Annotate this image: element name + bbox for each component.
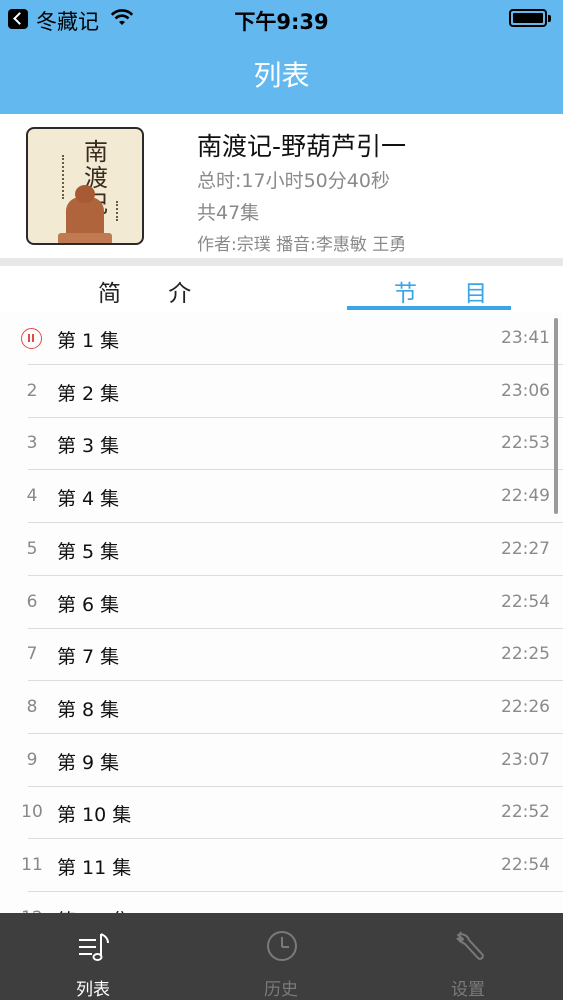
row-divider [28,574,563,576]
episode-duration: 22:49 [501,486,550,507]
episode-row[interactable]: 9 第 9 集 23:07 [0,734,563,787]
episode-duration: 22:25 [501,644,550,665]
episode-row[interactable]: 5 第 5 集 22:27 [0,523,563,576]
episode-row[interactable]: 3 第 3 集 22:53 [0,417,563,471]
album-cover: 南渡记 [26,127,144,245]
episode-duration: 22:54 [501,591,550,612]
episode-title: 第 10 集 [57,804,132,827]
episode-title: 第 8 集 [57,698,120,721]
album-title: 南渡记-野葫芦引一 [197,132,407,161]
episode-number: 7 [26,644,38,665]
status-time: 下午9:39 [234,10,329,34]
episode-number: 2 [26,380,38,401]
episode-duration: 22:54 [501,855,550,875]
pause-icon[interactable] [21,328,42,349]
status-bar: 冬藏记 下午9:39 [0,0,563,38]
episode-row[interactable]: 2 第 2 集 23:06 [0,365,563,418]
episode-number: 6 [26,591,38,612]
episode-number: 5 [26,538,38,559]
episode-title: 第 6 集 [57,593,120,616]
row-divider [28,838,563,840]
cover-small-text [62,155,68,199]
episode-duration: 22:53 [501,433,550,454]
episode-title: 第 2 集 [57,382,120,405]
episode-title: 第 7 集 [57,646,120,669]
battery-icon [509,9,551,27]
row-divider [28,732,563,734]
active-tab-indicator [347,306,511,310]
episode-number: 10 [21,802,43,823]
tab-bar: 列表 历史 设置 [0,913,563,1000]
episode-row[interactable]: 12第 12 集 [0,892,563,913]
cover-seal-figure [58,185,112,243]
album-episode-count: 共47集 [197,202,260,224]
row-divider [28,522,563,524]
tabbar-item-history[interactable]: 历史 [226,913,336,1000]
episode-row[interactable]: 10 第 10 集 22:52 [0,786,563,840]
episode-title: 第 11 集 [57,857,132,879]
row-divider [28,891,563,892]
tabbar-label-history: 历史 [264,980,298,1000]
row-divider [28,680,563,682]
episode-row[interactable]: 第 1 集 23:41 [0,312,563,365]
album-credits: 作者:宗璞 播音:李惠敏 王勇 [197,235,407,255]
album-info: 南渡记 南渡记-野葫芦引一 总时:17小时50分40秒 共47集 作者:宗璞 播… [0,114,563,260]
scrollbar[interactable] [554,318,558,514]
row-divider [28,364,563,365]
header: 冬藏记 下午9:39 列表 [0,0,563,114]
episode-number: 4 [26,486,38,507]
episode-row[interactable]: 6 第 6 集 22:54 [0,576,563,629]
episode-row[interactable]: 4 第 4 集 22:49 [0,470,563,524]
episode-title: 第 9 集 [57,751,120,774]
tabbar-label-list: 列表 [76,980,110,1000]
clock-icon [267,931,297,961]
episode-duration: 23:07 [501,749,550,770]
row-divider [28,469,563,471]
album-duration: 总时:17小时50分40秒 [197,170,390,192]
tab-intro[interactable]: 简 介 [98,274,211,308]
episode-title: 第 1 集 [57,330,120,352]
episode-row[interactable]: 11 第 11 集 22:54 [0,839,563,892]
episode-duration: 22:27 [501,538,550,559]
episode-number: 3 [26,433,38,454]
music-list-icon [79,933,109,961]
episode-title: 第 12 集 [57,906,131,913]
episode-title: 第 5 集 [57,540,120,563]
section-divider [0,258,563,266]
episode-duration: 23:06 [501,380,550,401]
tabbar-item-list[interactable]: 列表 [38,913,148,1000]
row-divider [28,416,563,418]
episode-number: 11 [21,855,43,875]
episode-duration: 23:41 [501,328,550,348]
episode-row[interactable]: 7 第 7 集 22:25 [0,628,563,682]
tabbar-item-settings[interactable]: 设置 [413,913,523,1000]
episode-number: 8 [26,696,38,717]
tabbar-label-settings: 设置 [451,980,485,1000]
tab-programs[interactable]: 节 目 [394,274,507,308]
cover-small-text [116,201,122,221]
page-title: 列表 [253,59,310,92]
episode-duration: 22:52 [501,802,550,823]
episode-number: 9 [26,749,38,770]
row-divider [28,785,563,787]
episode-title: 第 4 集 [57,488,120,511]
wrench-icon [456,931,484,960]
segment-tabs: 简 介 节 目 [0,266,563,314]
episode-title: 第 3 集 [57,435,120,458]
row-divider [28,627,563,629]
episode-list[interactable]: 12第 12 集 11 第 11 集 22:54 10 第 10 集 22:52 9 第 9 集… [0,312,563,913]
episode-duration: 22:26 [501,696,550,717]
episode-row[interactable]: 8 第 8 集 22:26 [0,681,563,734]
